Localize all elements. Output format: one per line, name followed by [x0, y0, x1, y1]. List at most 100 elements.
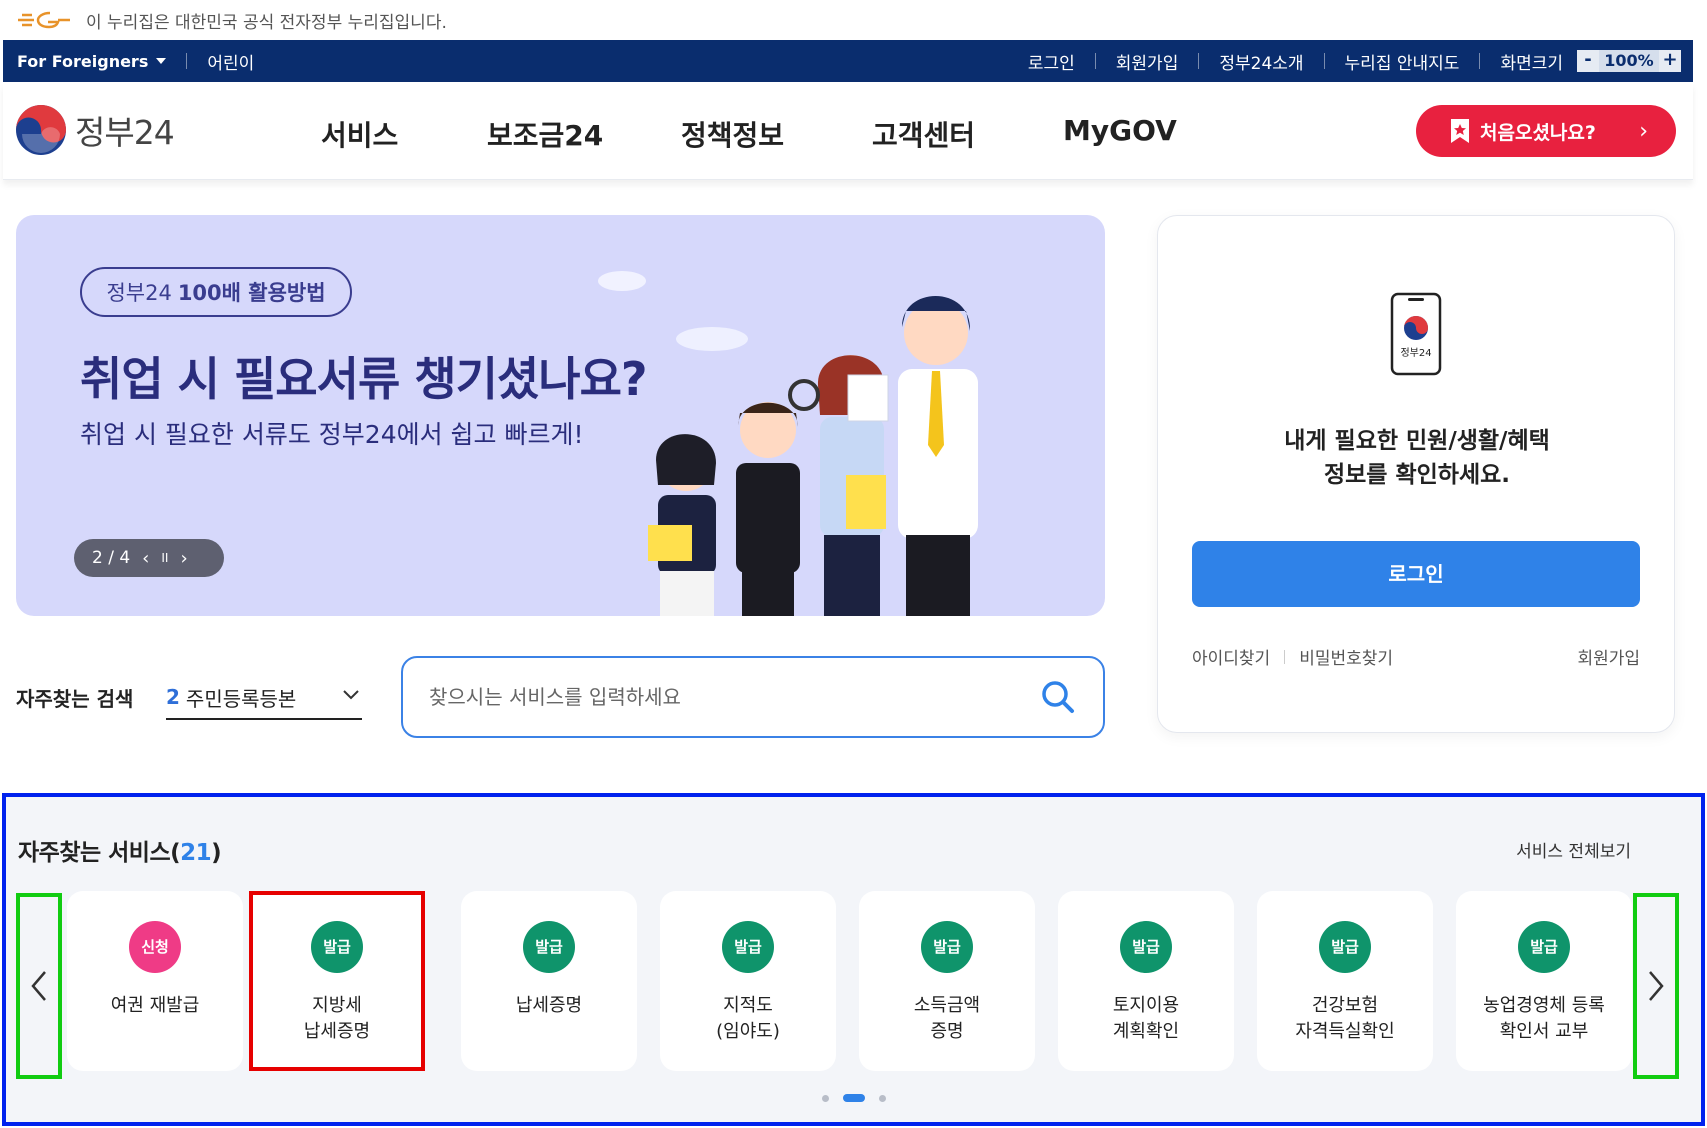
nav-mygov[interactable]: MyGOV: [1063, 114, 1177, 147]
issue-badge: 발급: [722, 921, 774, 973]
divider: [1094, 53, 1096, 69]
pagination-dot[interactable]: [879, 1094, 886, 1102]
eg-logo-icon: [18, 11, 70, 29]
popular-search-rank: 2: [166, 685, 180, 709]
services-title-text: 자주찾는 서비스: [18, 840, 171, 866]
login-link[interactable]: 로그인: [1028, 49, 1075, 74]
login-message-line1: 내게 필요한 민원/생활/혜택: [1284, 428, 1550, 454]
nav-services[interactable]: 서비스: [321, 114, 398, 154]
caret-down-icon: [156, 58, 167, 64]
carousel-prev-button[interactable]: [16, 893, 62, 1079]
popular-search-select[interactable]: 2 주민등록등본: [166, 676, 362, 720]
phone-icon: 정부24: [1390, 292, 1442, 376]
divider: [1284, 649, 1286, 664]
popular-search-value: 주민등록등본: [185, 686, 297, 711]
carousel-next-button[interactable]: [1633, 893, 1679, 1079]
issue-badge: 발급: [1319, 921, 1371, 973]
pagination-dot-active[interactable]: [843, 1094, 865, 1102]
issue-badge: 발급: [1120, 921, 1172, 973]
apply-badge: 신청: [129, 921, 181, 973]
divider: [1198, 53, 1200, 69]
search-box: [401, 656, 1105, 738]
bookmark-icon: [1451, 119, 1469, 143]
services-count-close: ): [211, 840, 222, 866]
signup-link[interactable]: 회원가입: [1116, 49, 1179, 74]
first-visit-button[interactable]: 처음오셨나요? ›: [1416, 105, 1676, 157]
service-card-farm-registration[interactable]: 발급 농업경영체 등록 확인서 교부: [1456, 891, 1632, 1071]
banner-next-button[interactable]: ›: [180, 548, 187, 569]
banner-prev-button[interactable]: ‹: [142, 548, 149, 569]
service-name: 소득금액 증명: [913, 995, 981, 1042]
service-name: 여권 재발급: [110, 995, 200, 1016]
service-card-passport-reissue[interactable]: 신청 여권 재발급: [67, 891, 243, 1071]
chevron-down-icon: [343, 690, 359, 700]
login-button[interactable]: 로그인: [1192, 541, 1640, 607]
issue-badge: 발급: [1518, 921, 1570, 973]
utility-bar: For Foreigners 어린이 로그인 회원가입 정부24소개 누리집 안…: [3, 40, 1693, 82]
login-card: 정부24 내게 필요한 민원/생활/혜택 정보를 확인하세요. 로그인 아이디찾…: [1157, 215, 1675, 733]
find-password-link[interactable]: 비밀번호찾기: [1299, 644, 1393, 669]
find-id-link[interactable]: 아이디찾기: [1192, 644, 1270, 669]
service-card-land-use-plan[interactable]: 발급 토지이용 계획확인: [1058, 891, 1234, 1071]
nav-subsidy24[interactable]: 보조금24: [487, 114, 603, 154]
services-count-open: (: [170, 840, 181, 866]
issue-badge: 발급: [523, 921, 575, 973]
banner-title: 취업 시 필요서류 챙기셨나요?: [80, 352, 648, 406]
first-visit-label: 처음오셨나요?: [1480, 121, 1596, 144]
service-card-cadastral-map[interactable]: 발급 지적도 (임야도): [660, 891, 836, 1071]
carousel-pagination: [815, 1094, 893, 1102]
zoom-control: - 100% +: [1577, 50, 1681, 72]
about-gov24-link[interactable]: 정부24소개: [1219, 49, 1303, 74]
divider: [186, 53, 188, 69]
for-foreigners-label: For Foreigners: [17, 51, 149, 71]
chevron-left-icon: [31, 971, 46, 1001]
zoom-value: 100%: [1599, 50, 1659, 72]
service-name: 농업경영체 등록 확인서 교부: [1483, 995, 1605, 1042]
login-message-line2: 정보를 확인하세요.: [1323, 462, 1511, 488]
service-card-income-certificate[interactable]: 발급 소득금액 증명: [859, 891, 1035, 1071]
view-all-services-link[interactable]: 서비스 전체보기: [1516, 837, 1631, 862]
kids-link[interactable]: 어린이: [207, 49, 254, 74]
service-card-local-tax-certificate[interactable]: 발급 지방세 납세증명: [249, 891, 425, 1071]
nav-customer-center[interactable]: 고객센터: [872, 114, 975, 154]
screen-size-label: 화면크기: [1500, 53, 1563, 74]
service-name: 건강보험 자격득실확인: [1295, 995, 1395, 1042]
gov-notice-text: 이 누리집은 대한민국 공식 전자정부 누리집입니다.: [86, 12, 447, 33]
services-count: 21: [180, 840, 212, 866]
divider: [1479, 53, 1481, 69]
banner-tag: 정부24 100배 활용방법: [80, 267, 352, 317]
zoom-out-button[interactable]: -: [1577, 50, 1599, 72]
sitemap-link[interactable]: 누리집 안내지도: [1345, 49, 1460, 74]
service-card-health-insurance[interactable]: 발급 건강보험 자격득실확인: [1257, 891, 1433, 1071]
for-foreigners-menu[interactable]: For Foreigners: [17, 51, 167, 71]
banner-pause-button[interactable]: II: [161, 551, 168, 565]
phone-label: 정부24: [1400, 347, 1431, 359]
issue-badge: 발급: [921, 921, 973, 973]
main-banner[interactable]: 정부24 100배 활용방법 취업 시 필요서류 챙기셨나요? 취업 시 필요한…: [16, 215, 1105, 616]
nav-policy-info[interactable]: 정책정보: [681, 114, 784, 154]
service-name: 토지이용 계획확인: [1112, 995, 1180, 1042]
popular-search-label: 자주찾는 검색: [16, 687, 134, 711]
banner-subtitle: 취업 시 필요한 서류도 정부24에서 쉽고 빠르게!: [80, 420, 584, 449]
search-input[interactable]: [429, 685, 1009, 709]
service-name: 지적도 (임야도): [716, 995, 780, 1042]
services-title: 자주찾는 서비스(21): [18, 833, 222, 867]
search-icon[interactable]: [1041, 680, 1075, 714]
zoom-in-button[interactable]: +: [1659, 50, 1681, 72]
banner-tag-prefix: 정부24: [106, 281, 172, 305]
chevron-right-icon: [1649, 971, 1664, 1001]
gov-notice-bar: 이 누리집은 대한민국 공식 전자정부 누리집입니다.: [0, 0, 1707, 40]
banner-tag-bold: 100배 활용방법: [177, 281, 326, 305]
login-links: 아이디찾기 비밀번호찾기 회원가입: [1192, 644, 1640, 669]
service-name: 납세증명: [515, 995, 583, 1016]
chevron-right-icon: ›: [1639, 119, 1648, 144]
service-card-tax-certificate[interactable]: 발급 납세증명: [461, 891, 637, 1071]
main-header: 정부24 서비스 보조금24 정책정보 고객센터 MyGOV 처음오셨나요? ›: [3, 82, 1693, 180]
service-name: 지방세 납세증명: [303, 995, 371, 1042]
frequent-services-section: 자주찾는 서비스(21) 서비스 전체보기 신청 여권 재발급 발급 지방세 납…: [2, 793, 1705, 1126]
divider: [1323, 53, 1325, 69]
issue-badge: 발급: [311, 921, 363, 973]
banner-page-indicator: 2 / 4: [92, 548, 131, 568]
pagination-dot[interactable]: [822, 1094, 829, 1102]
signup-link[interactable]: 회원가입: [1577, 644, 1640, 669]
